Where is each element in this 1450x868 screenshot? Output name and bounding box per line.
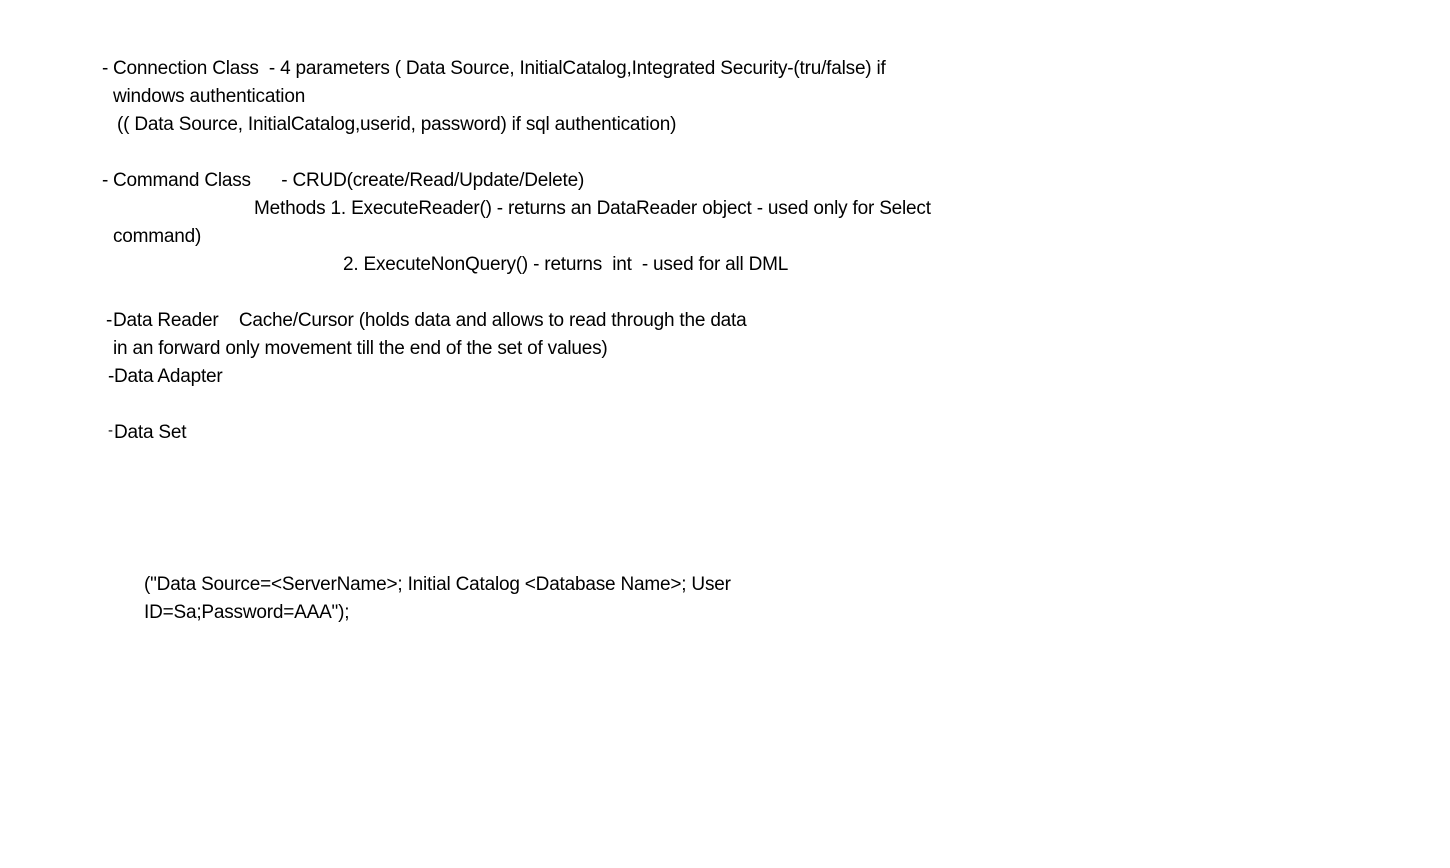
connection-line-1: Connection Class - 4 parameters ( Data S… <box>113 58 886 79</box>
data-set-line-1: Data Set <box>114 422 187 443</box>
connection-bullet: - <box>102 58 109 79</box>
connection-string-line-2: ID=Sa;Password=AAA"); <box>144 602 350 623</box>
slide-canvas: - Connection Class - 4 parameters ( Data… <box>0 0 1450 868</box>
connection-line-2: windows authentication <box>113 86 306 107</box>
command-bullet: - <box>102 170 109 191</box>
data-adapter-line-1: Data Adapter <box>114 366 223 387</box>
command-line-3: command) <box>113 226 202 247</box>
data-reader-bullet: - <box>106 310 113 331</box>
command-line-2: Methods 1. ExecuteReader() - returns an … <box>254 198 931 219</box>
data-reader-line-1: Data Reader Cache/Cursor (holds data and… <box>113 310 747 331</box>
command-line-1: Command Class - CRUD(create/Read/Update/… <box>113 170 585 191</box>
connection-line-3: (( Data Source, InitialCatalog,userid, p… <box>117 114 677 135</box>
connection-string-line-1: ("Data Source=<ServerName>; Initial Cata… <box>144 574 731 595</box>
command-line-4: 2. ExecuteNonQuery() - returns int - use… <box>343 254 789 275</box>
data-set-bullet: - <box>108 422 113 439</box>
data-reader-line-2: in an forward only movement till the end… <box>113 338 608 359</box>
